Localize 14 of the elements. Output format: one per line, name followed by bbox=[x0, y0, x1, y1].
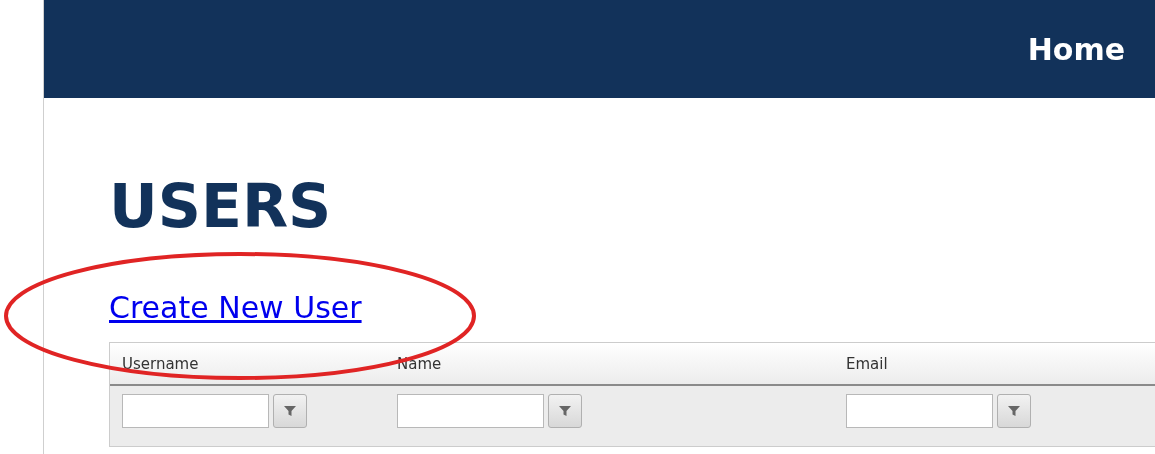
filter-icon bbox=[283, 404, 297, 418]
filter-icon bbox=[558, 404, 572, 418]
column-header: Email bbox=[846, 355, 888, 373]
filter-field[interactable] bbox=[846, 394, 993, 428]
filter-button[interactable] bbox=[997, 394, 1031, 428]
page-title: USERS bbox=[109, 170, 333, 242]
filter-field[interactable] bbox=[397, 394, 544, 428]
filter-button[interactable] bbox=[273, 394, 307, 428]
nav-link[interactable]: Home bbox=[1027, 26, 1125, 72]
filter-icon bbox=[1007, 404, 1021, 418]
filter-field[interactable] bbox=[122, 394, 269, 428]
filter-button[interactable] bbox=[548, 394, 582, 428]
column-header: Username bbox=[122, 355, 199, 373]
create-user-link[interactable]: Create New User bbox=[109, 288, 362, 328]
